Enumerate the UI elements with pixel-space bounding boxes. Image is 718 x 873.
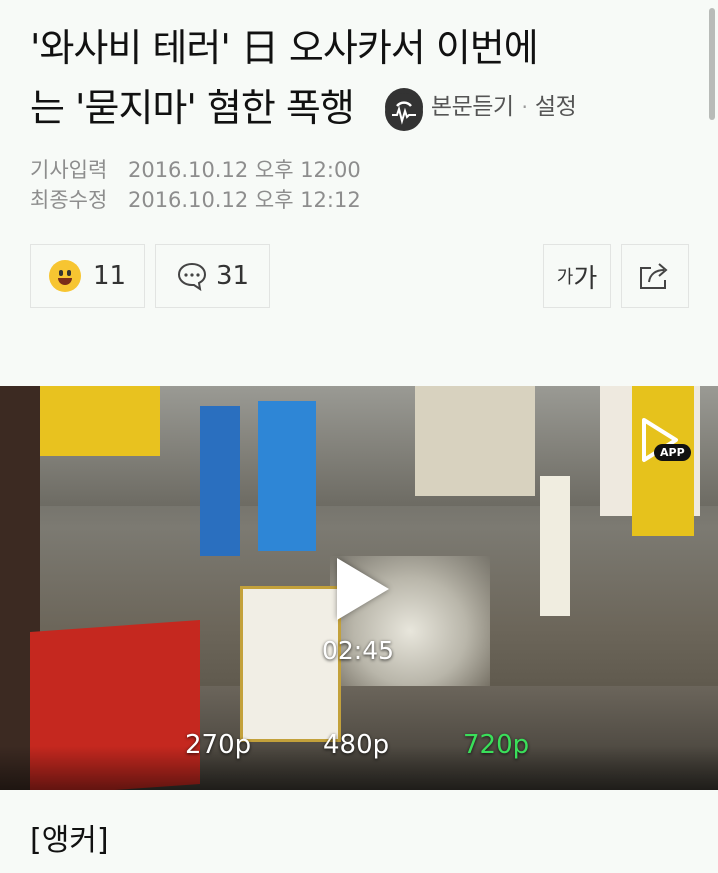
title-line-2-text: 는 '묻지마' 혐한 폭행 [30, 86, 355, 130]
comment-count: 31 [215, 261, 250, 291]
meta-modified-label: 최종수정 [30, 188, 108, 212]
meta-input-row: 기사입력 2016.10.12 오후 12:00 [30, 155, 361, 185]
headphone-wave-icon[interactable] [384, 87, 423, 131]
quality-option-720p[interactable]: 720p [463, 730, 529, 760]
comment-button[interactable]: 31 [155, 244, 270, 308]
quality-option-270p[interactable]: 270p [185, 730, 251, 760]
article-meta: 기사입력 2016.10.12 오후 12:00 최종수정 2016.10.12… [30, 155, 361, 215]
article-body-first-line: [앵커] [30, 823, 109, 858]
meta-input-label: 기사입력 [30, 158, 108, 182]
title-line-2: 는 '묻지마' 혐한 폭행 본문듣기 · 설정 [30, 78, 710, 141]
separator-dot: · [521, 94, 528, 119]
like-button[interactable]: 11 [30, 244, 145, 308]
meta-modified-time: 2016.10.12 오후 12:12 [127, 188, 361, 212]
listen-controls: 본문듣기 · 설정 [384, 77, 577, 137]
app-play-icon[interactable]: APP [636, 414, 694, 470]
font-small-glyph: 가 [556, 267, 574, 288]
video-duration: 02:45 [322, 636, 395, 665]
font-size-button[interactable]: 가가 [543, 244, 611, 308]
share-button[interactable] [621, 244, 689, 308]
title-line-1: '와사비 테러' 日 오사카서 이번에 [30, 26, 539, 70]
settings-button[interactable]: 설정 [535, 77, 577, 137]
app-badge-label: APP [654, 444, 691, 461]
speech-bubble-icon [176, 261, 208, 291]
meta-input-time: 2016.10.12 오후 12:00 [127, 158, 361, 182]
like-count: 11 [92, 261, 127, 291]
play-icon[interactable] [337, 558, 389, 620]
smile-emoji-icon [48, 260, 81, 292]
article-title: '와사비 테러' 日 오사카서 이번에 는 '묻지마' 혐한 폭행 본문듣기 ·… [30, 18, 710, 141]
quality-option-480p[interactable]: 480p [323, 730, 389, 760]
font-big-glyph: 가 [573, 263, 598, 294]
listen-button[interactable]: 본문듣기 [431, 77, 514, 137]
video-player[interactable]: 02:45 270p 480p 720p APP [0, 386, 718, 790]
share-icon [637, 260, 673, 292]
meta-modified-row: 최종수정 2016.10.12 오후 12:12 [30, 185, 361, 215]
